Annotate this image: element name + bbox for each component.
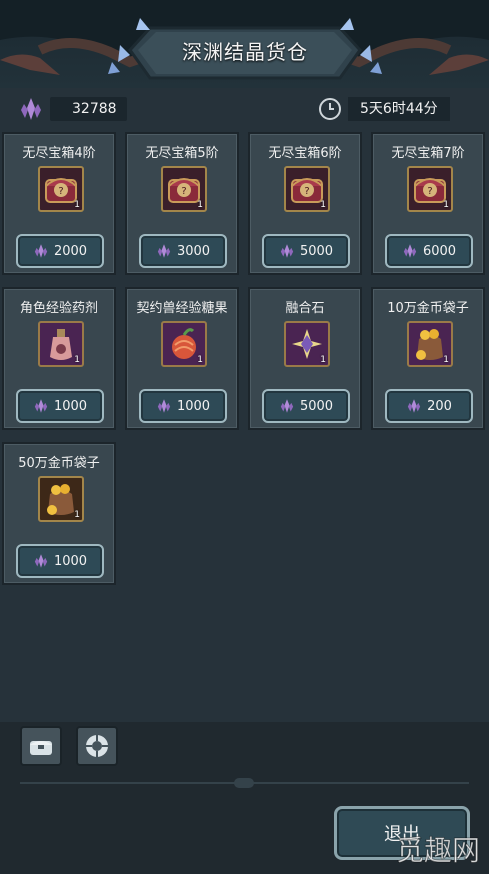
price-value: 1000 — [176, 398, 211, 414]
crystal-icon — [21, 98, 41, 120]
crystal-icon — [156, 398, 177, 414]
item-quantity: 1 — [320, 355, 326, 365]
price-value: 200 — [427, 398, 452, 414]
item-quantity: 1 — [443, 200, 449, 210]
crystal-icon — [279, 398, 300, 414]
buy-button[interactable]: 5000 — [262, 389, 350, 423]
settings-button[interactable] — [76, 726, 118, 766]
item-name: 50万金币袋子 — [18, 456, 100, 471]
item-name: 无尽宝箱6阶 — [268, 146, 342, 161]
clock-icon — [319, 98, 341, 120]
watermark-text: 觅趣网 — [396, 834, 480, 867]
item-quantity: 1 — [197, 355, 203, 365]
chest-filter-button[interactable] — [20, 726, 62, 766]
buy-button[interactable]: 3000 — [139, 234, 227, 268]
buy-button[interactable]: 1000 — [139, 389, 227, 423]
fusion-stone-icon: 1 — [284, 321, 330, 367]
header: 深渊结晶货仓 — [0, 0, 489, 88]
treasure-chest-icon: ? 1 — [38, 166, 84, 212]
shop-item-card[interactable]: 无尽宝箱4阶? 1 2000 — [2, 132, 116, 275]
candy-icon: 1 — [161, 321, 207, 367]
timer-text: 5天6时44分 — [348, 97, 450, 121]
buy-button[interactable]: 1000 — [16, 544, 104, 578]
svg-text:?: ? — [58, 186, 63, 197]
crystal-icon — [279, 243, 300, 259]
svg-text:?: ? — [427, 186, 432, 197]
item-name: 无尽宝箱4阶 — [22, 146, 96, 161]
price-value: 1000 — [53, 398, 88, 414]
price-value: 6000 — [422, 243, 457, 259]
shop-item-card[interactable]: 无尽宝箱6阶? 1 5000 — [248, 132, 362, 275]
page-title: 深渊结晶货仓 — [182, 39, 308, 64]
crystal-icon — [33, 398, 54, 414]
crystal-icon — [402, 243, 423, 259]
gold-bag-icon: 1 — [407, 321, 453, 367]
item-name: 契约兽经验糖果 — [136, 301, 228, 316]
shop-item-card[interactable]: 无尽宝箱7阶? 1 6000 — [371, 132, 485, 275]
shop-item-card[interactable]: 契约兽经验糖果 1 1000 — [125, 287, 239, 430]
item-quantity: 1 — [320, 200, 326, 210]
gear-icon — [86, 735, 108, 757]
item-quantity: 1 — [74, 200, 80, 210]
price-value: 2000 — [53, 243, 88, 259]
price-value: 5000 — [299, 398, 334, 414]
crystal-icon — [156, 243, 177, 259]
item-name: 融合石 — [285, 301, 325, 316]
buy-button[interactable]: 1000 — [16, 389, 104, 423]
currency-amount: 32788 — [50, 97, 127, 121]
item-quantity: 1 — [443, 355, 449, 365]
item-quantity: 1 — [197, 200, 203, 210]
shop-item-card[interactable]: 50万金币袋子 1 1000 — [2, 442, 116, 585]
item-name: 无尽宝箱7阶 — [391, 146, 465, 161]
price-value: 5000 — [299, 243, 334, 259]
item-quantity: 1 — [74, 355, 80, 365]
svg-text:?: ? — [181, 186, 186, 197]
shop-item-card[interactable]: 角色经验药剂 1 1000 — [2, 287, 116, 430]
crystal-icon — [33, 553, 54, 569]
shop-item-card[interactable]: 融合石 1 5000 — [248, 287, 362, 430]
potion-icon: 1 — [38, 321, 84, 367]
currency-display: 32788 — [18, 96, 127, 122]
crystal-icon — [33, 243, 54, 259]
svg-text:?: ? — [304, 186, 309, 197]
chest-icon — [30, 741, 52, 755]
item-quantity: 1 — [74, 510, 80, 520]
price-value: 1000 — [53, 553, 88, 569]
buy-button[interactable]: 200 — [385, 389, 473, 423]
price-value: 3000 — [176, 243, 211, 259]
watermark-logo: 觅趣网 — [395, 834, 480, 868]
buy-button[interactable]: 5000 — [262, 234, 350, 268]
crystal-icon — [406, 398, 427, 414]
shop-item-card[interactable]: 无尽宝箱5阶? 1 3000 — [125, 132, 239, 275]
refresh-timer: 5天6时44分 — [318, 96, 450, 122]
treasure-chest-icon: ? 1 — [161, 166, 207, 212]
gold-bag-icon: 1 — [38, 476, 84, 522]
item-name: 10万金币袋子 — [387, 301, 469, 316]
divider-ornament — [234, 778, 254, 788]
buy-button[interactable]: 6000 — [385, 234, 473, 268]
shop-item-card[interactable]: 10万金币袋子 1 200 — [371, 287, 485, 430]
item-name: 无尽宝箱5阶 — [145, 146, 219, 161]
item-name: 角色经验药剂 — [19, 301, 98, 316]
treasure-chest-icon: ? 1 — [407, 166, 453, 212]
treasure-chest-icon: ? 1 — [284, 166, 330, 212]
page-title-plate: 深渊结晶货仓 — [150, 22, 340, 78]
buy-button[interactable]: 2000 — [16, 234, 104, 268]
